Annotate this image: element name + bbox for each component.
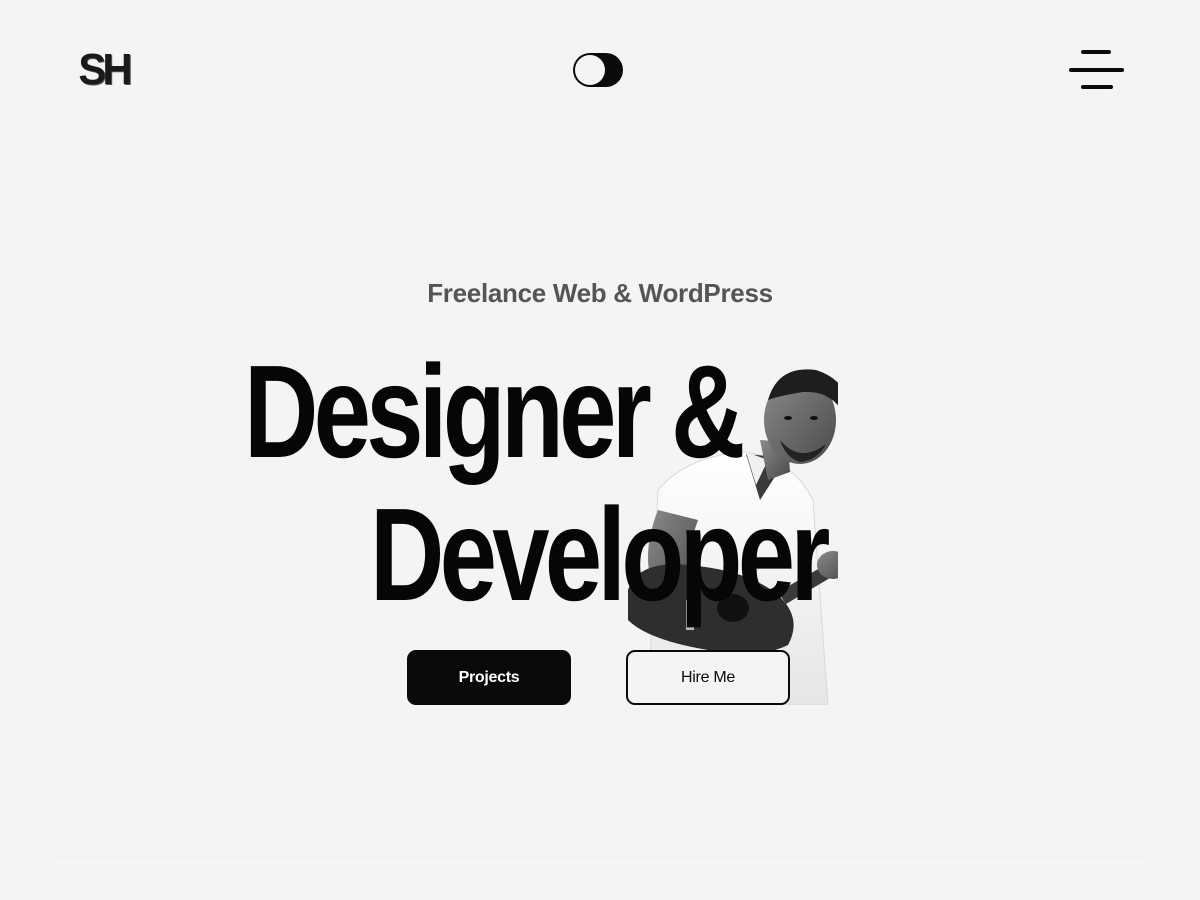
projects-button[interactable]: Projects xyxy=(407,650,571,705)
hero-subtitle: Freelance Web & WordPress xyxy=(427,278,773,308)
headline-line-2: Developer xyxy=(370,481,830,628)
headline-line-1: Designer & xyxy=(244,338,745,485)
theme-toggle[interactable] xyxy=(573,53,623,87)
logo[interactable]: SH xyxy=(72,46,136,94)
menu-button[interactable] xyxy=(1066,48,1126,92)
theme-toggle-knob xyxy=(575,55,605,85)
logo-text: SH xyxy=(78,45,133,94)
footer-divider xyxy=(54,857,1146,858)
hire-me-button[interactable]: Hire Me xyxy=(626,650,790,705)
